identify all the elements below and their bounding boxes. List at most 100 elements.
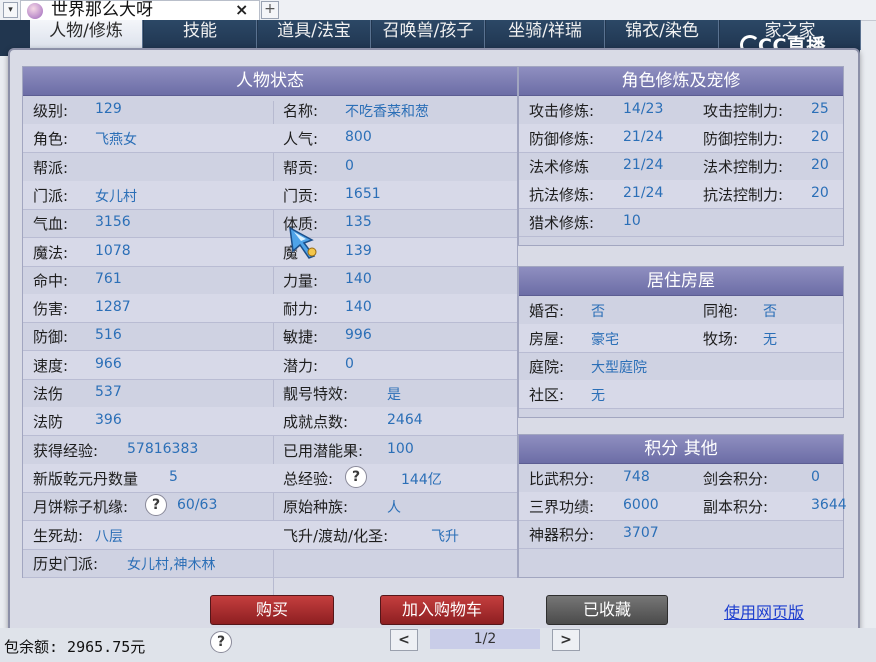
stat-value: 144亿 [401, 471, 442, 488]
points-label: 比武积分: [529, 470, 595, 488]
points-row: 神器积分: 3707 [519, 520, 843, 549]
housing-value: 否 [591, 304, 605, 320]
stat-value: 139 [345, 242, 372, 259]
housing-value: 无 [591, 388, 605, 404]
stat-value: 0 [345, 157, 354, 174]
stat-value: 100 [387, 440, 414, 457]
stat-label: 耐力: [283, 300, 319, 319]
stat-label: 潜力: [283, 356, 319, 375]
cultivation-title: 角色修炼及宠修 [519, 67, 843, 96]
stat-value: 57816383 [127, 440, 199, 457]
housing-label: 社区: [529, 386, 565, 404]
tab-items[interactable]: 道具/法宝 [258, 20, 371, 50]
stat-label: 敏捷: [283, 328, 319, 347]
status-row: 帮派: 帮贡: 0 [23, 153, 517, 182]
tab-mounts[interactable]: 坐骑/祥瑞 [486, 20, 605, 50]
stat-label: 名称: [283, 102, 319, 120]
stat-value: 60/63 [177, 497, 218, 514]
housing-row: 庭院: 大型庭院 [519, 352, 843, 381]
status-row: 级别: 129 名称: 不吃香菜和葱 [23, 96, 517, 125]
stat-label: 飞升/渡劫/化圣: [283, 526, 389, 545]
status-row: 获得经验: 57816383 已用潜能果: 100 [23, 436, 517, 465]
cultivation-row: 防御修炼: 21/24 防御控制力: 20 [519, 124, 843, 153]
stat-label: 生死劫: [33, 526, 84, 545]
cultivation-label-2: 法术控制力: [703, 158, 784, 176]
favorited-button[interactable]: 已收藏 [546, 595, 668, 625]
stat-label: 角色: [33, 130, 69, 149]
stat-value: 人 [387, 500, 401, 517]
housing-title: 居住房屋 [519, 267, 843, 296]
add-to-cart-button[interactable]: 加入购物车 [380, 595, 504, 625]
help-icon[interactable]: ? [145, 494, 167, 517]
stat-value: 2464 [387, 412, 423, 429]
housing-row: 房屋: 豪宅 牧场: 无 [519, 324, 843, 353]
cultivation-row: 攻击修炼: 14/23 攻击控制力: 25 [519, 96, 843, 125]
points-label-2: 副本积分: [703, 498, 769, 516]
stat-label: 已用潜能果: [283, 441, 364, 460]
prev-page-button[interactable]: < [390, 629, 418, 651]
cultivation-value: 14/23 [623, 101, 664, 117]
browser-tab[interactable]: 世界那么大呀 × [20, 0, 260, 21]
close-icon[interactable]: × [235, 0, 248, 20]
stat-value: 140 [345, 299, 372, 316]
new-tab-button[interactable]: + [261, 1, 279, 19]
stat-value: 966 [95, 355, 122, 372]
stat-value: 不吃香菜和葱 [345, 104, 429, 120]
points-row: 三界功绩: 6000 副本积分: 3644 [519, 492, 847, 521]
stat-label: 成就点数: [283, 413, 349, 432]
help-icon[interactable]: ? [210, 631, 232, 653]
next-page-button[interactable]: > [552, 629, 580, 651]
web-version-link[interactable]: 使用网页版 [724, 599, 804, 623]
tab-outfits[interactable]: 锦衣/染色 [606, 20, 719, 50]
stat-value: 140 [345, 270, 372, 287]
stat-value: 飞燕女 [95, 132, 137, 149]
points-section: 积分 其他 比武积分: 748 剑会积分: 0 三界功绩: 6000 副本积分: 3644 神器… [518, 434, 847, 578]
tab-skills[interactable]: 技能 [144, 20, 257, 50]
stat-value: 800 [345, 129, 372, 146]
stat-label: 历史门派: [33, 554, 99, 573]
cultivation-label: 抗法修炼: [529, 186, 595, 204]
points-title: 积分 其他 [519, 435, 843, 464]
game-cursor-icon [289, 226, 317, 259]
stat-label: 人气: [283, 130, 319, 149]
housing-label: 房屋: [529, 330, 565, 348]
points-value-2: 0 [811, 469, 820, 485]
stat-label: 靓号特效: [283, 385, 349, 403]
housing-label-2: 牧场: [703, 330, 739, 348]
stat-value: 八层 [95, 528, 123, 545]
cultivation-row: 猎术修炼: 10 [519, 208, 843, 237]
stat-value: 飞升 [431, 528, 459, 545]
stat-label: 力量: [283, 271, 319, 290]
stat-label: 原始种族: [283, 498, 349, 517]
stat-label: 新版乾元丹数量 [33, 469, 139, 488]
status-row: 命中: 761 力量: 140 [23, 266, 517, 295]
stat-value: 761 [95, 270, 122, 287]
points-label: 神器积分: [529, 526, 595, 544]
stat-label: 防御: [33, 328, 69, 347]
status-row: 防御: 516 敏捷: 996 [23, 322, 517, 352]
stat-value: 537 [95, 384, 122, 400]
points-row: 比武积分: 748 剑会积分: 0 [519, 464, 843, 493]
tab-summons[interactable]: 召唤兽/孩子 [372, 20, 485, 50]
stat-value: 3156 [95, 214, 131, 231]
status-row: 气血: 3156 体质: 135 [23, 209, 517, 239]
cultivation-value: 21/24 [623, 129, 664, 145]
stat-label: 气血: [33, 215, 69, 234]
housing-section: 居住房屋 婚否: 否同袍: 否房屋: 豪宅 牧场: 无庭院: 大型庭院社区: 无 [518, 266, 844, 418]
housing-row: 婚否: 否 同袍: 否 [519, 296, 843, 325]
cultivation-label: 法术修炼 [529, 158, 590, 176]
buy-button[interactable]: 购买 [210, 595, 334, 625]
tab-menu-button[interactable]: ▾ [3, 2, 18, 18]
stat-value: 1287 [95, 299, 131, 316]
points-value: 748 [623, 469, 650, 485]
status-row: 角色: 飞燕女 人气: 800 [23, 124, 517, 154]
points-value-2: 3644 [811, 497, 847, 513]
status-section: 人物状态 级别: 129 名称: 不吃香菜和葱 角色: 飞燕女 人气: 800 帮派: 帮贡: 0 门… [22, 66, 518, 597]
stat-label: 门派: [33, 186, 69, 205]
status-row: 法防 396 成就点数: 2464 [23, 407, 517, 437]
stat-value: 129 [95, 101, 122, 117]
help-icon[interactable]: ? [345, 465, 367, 488]
points-value: 3707 [623, 525, 659, 541]
stat-value: 1078 [95, 242, 131, 259]
cultivation-value-2: 20 [811, 185, 829, 201]
